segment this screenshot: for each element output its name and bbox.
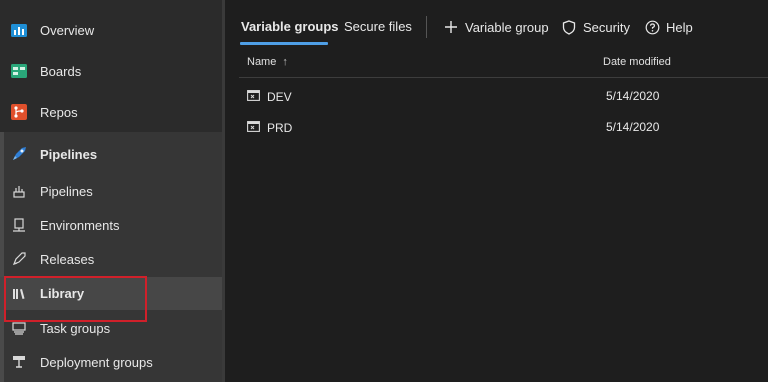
variable-group-icon [247,121,260,132]
sidebar-item-label: Pipelines [40,146,98,162]
repos-icon [10,103,28,121]
sidebar-item-boards[interactable]: Boards [0,59,222,83]
sidebar-item-pipelines-header[interactable]: Pipelines [0,142,222,166]
environments-icon [10,216,28,234]
sort-ascending-icon: ↑ [282,56,288,68]
sidebar-item-label: Deployment groups [40,354,153,370]
security-label: Security [583,19,630,35]
grid-header: Name ↑ Date modified [239,50,768,78]
column-name-label: Name [247,56,277,68]
variable-group-name[interactable]: PRD [267,121,292,135]
library-highlight-box [4,276,147,322]
overview-icon [10,21,28,39]
table-row[interactable]: PRD 5/14/2020 [239,112,768,142]
sidebar-item-label: Releases [40,251,95,267]
sidebar-item-label: Repos [40,104,78,120]
plus-icon [443,19,459,35]
help-label: Help [666,19,693,35]
sidebar-item-label: Environments [40,217,120,233]
date-modified-cell: 5/14/2020 [606,120,660,134]
sidebar-item-releases[interactable]: Releases [0,247,222,271]
tab-secure-files[interactable]: Secure files [344,19,412,34]
sidebar-item-environments[interactable]: Environments [0,213,222,237]
tab-variable-groups[interactable]: Variable groups [241,19,339,34]
security-button[interactable]: Security [561,17,630,37]
table-row[interactable]: DEV 5/14/2020 [239,81,768,111]
boards-icon [10,62,28,80]
sidebar-item-repos[interactable]: Repos [0,100,222,124]
help-icon [644,19,660,35]
variable-group-name[interactable]: DEV [267,90,292,104]
sidebar-item-overview[interactable]: Overview [0,18,222,42]
add-variable-group-button[interactable]: Variable group [443,17,549,37]
pipelines-rocket-icon [10,145,28,163]
pipelines-icon [10,182,28,200]
column-header-name[interactable]: Name ↑ [247,56,288,68]
tab-bar: Variable groups Secure files Variable gr… [225,0,768,48]
sidebar: Overview Boards Repos Pipelines Pipeline… [0,0,222,382]
date-modified-cell: 5/14/2020 [606,89,660,103]
releases-icon [10,250,28,268]
column-header-date-modified[interactable]: Date modified [603,56,671,68]
sidebar-item-label: Pipelines [40,183,93,199]
deployment-groups-icon [10,353,28,371]
sidebar-item-deployment-groups[interactable]: Deployment groups [0,350,222,374]
variable-group-icon [247,90,260,101]
sidebar-item-pipelines[interactable]: Pipelines [0,179,222,203]
add-variable-group-label: Variable group [465,19,549,35]
help-button[interactable]: Help [644,17,693,37]
sidebar-item-label: Overview [40,22,95,38]
shield-icon [561,19,577,35]
sidebar-item-label: Boards [40,63,82,79]
sidebar-item-label: Task groups [40,320,111,336]
toolbar-divider [426,16,427,38]
active-tab-indicator [240,42,328,45]
main-content: Variable groups Secure files Variable gr… [225,0,768,382]
